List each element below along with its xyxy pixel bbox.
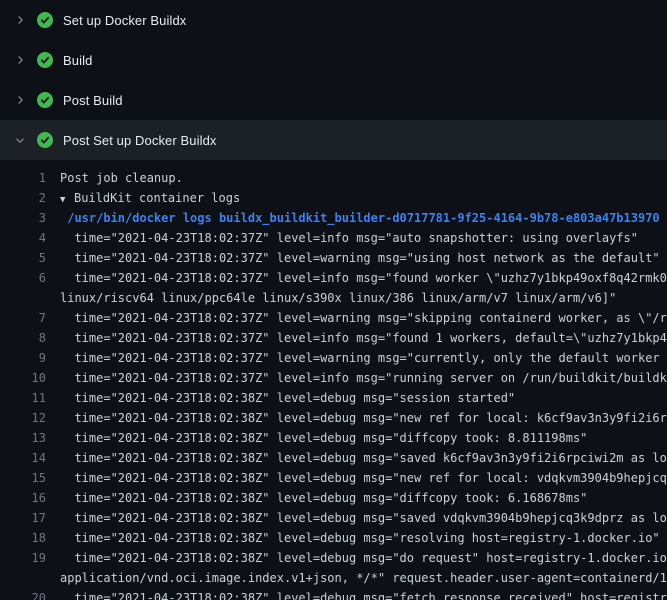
check-circle-icon: [37, 52, 53, 68]
step-row[interactable]: Build: [0, 40, 667, 80]
step-row[interactable]: Set up Docker Buildx: [0, 0, 667, 40]
log-line-text: time="2021-04-23T18:02:37Z" level=info m…: [46, 368, 667, 388]
line-number[interactable]: 3: [0, 208, 46, 228]
step-title: Post Build: [63, 93, 123, 108]
step-title: Post Set up Docker Buildx: [63, 133, 217, 148]
log-group-label: BuildKit container logs: [74, 191, 240, 205]
check-circle-icon: [37, 12, 53, 28]
log-row: 17 time="2021-04-23T18:02:38Z" level=deb…: [0, 508, 667, 528]
line-number[interactable]: 17: [0, 508, 46, 528]
workflow-log-panel: Set up Docker Buildx Build P: [0, 0, 667, 600]
chevron-down-icon[interactable]: [12, 132, 28, 148]
step-row[interactable]: Post Set up Docker Buildx: [0, 120, 667, 160]
line-number[interactable]: 14: [0, 448, 46, 468]
log-line-text: time="2021-04-23T18:02:38Z" level=debug …: [46, 548, 667, 568]
log-line-text: time="2021-04-23T18:02:38Z" level=debug …: [46, 488, 587, 508]
line-number[interactable]: 4: [0, 228, 46, 248]
log-row: 10 time="2021-04-23T18:02:37Z" level=inf…: [0, 368, 667, 388]
log-row: 18 time="2021-04-23T18:02:38Z" level=deb…: [0, 528, 667, 548]
chevron-right-icon[interactable]: [12, 12, 28, 28]
log-line-text: application/vnd.oci.image.index.v1+json,…: [46, 568, 667, 588]
log-row: 11 time="2021-04-23T18:02:38Z" level=deb…: [0, 388, 667, 408]
check-circle-icon: [37, 132, 53, 148]
log-line-text: time="2021-04-23T18:02:37Z" level=info m…: [46, 328, 667, 348]
log-row: 9 time="2021-04-23T18:02:37Z" level=warn…: [0, 348, 667, 368]
step-row[interactable]: Post Build: [0, 80, 667, 120]
log-line-text: time="2021-04-23T18:02:38Z" level=debug …: [46, 528, 660, 548]
log-line-text: time="2021-04-23T18:02:37Z" level=warnin…: [46, 348, 667, 368]
triangle-down-icon[interactable]: ▼: [60, 190, 74, 208]
log-line-text: time="2021-04-23T18:02:38Z" level=debug …: [46, 388, 515, 408]
log-row: application/vnd.oci.image.index.v1+json,…: [0, 568, 667, 588]
log-line-text: time="2021-04-23T18:02:38Z" level=debug …: [46, 468, 667, 488]
log-row: 5 time="2021-04-23T18:02:37Z" level=warn…: [0, 248, 667, 268]
log-row: 7 time="2021-04-23T18:02:37Z" level=warn…: [0, 308, 667, 328]
log-line-text: time="2021-04-23T18:02:37Z" level=info m…: [46, 268, 667, 288]
log-row: 19 time="2021-04-23T18:02:38Z" level=deb…: [0, 548, 667, 568]
log-line-text: time="2021-04-23T18:02:38Z" level=debug …: [46, 508, 667, 528]
check-circle-icon: [37, 92, 53, 108]
line-number[interactable]: 2: [0, 188, 46, 208]
line-number[interactable]: 8: [0, 328, 46, 348]
log-line-text: time="2021-04-23T18:02:38Z" level=debug …: [46, 408, 667, 428]
line-number[interactable]: 13: [0, 428, 46, 448]
line-number[interactable]: 16: [0, 488, 46, 508]
line-number[interactable]: 12: [0, 408, 46, 428]
chevron-right-icon[interactable]: [12, 92, 28, 108]
step-title: Set up Docker Buildx: [63, 13, 186, 28]
log-row: 13 time="2021-04-23T18:02:38Z" level=deb…: [0, 428, 667, 448]
chevron-right-icon[interactable]: [12, 52, 28, 68]
log-line-text: ▼BuildKit container logs: [46, 188, 240, 208]
log-row: 2 ▼BuildKit container logs: [0, 188, 667, 208]
line-number[interactable]: 19: [0, 548, 46, 568]
log-row: 1 Post job cleanup.: [0, 168, 667, 188]
log-lines: 1 Post job cleanup. 2 ▼BuildKit containe…: [0, 160, 667, 600]
line-number[interactable]: 15: [0, 468, 46, 488]
log-row: 20 time="2021-04-23T18:02:38Z" level=deb…: [0, 588, 667, 600]
line-number[interactable]: 20: [0, 588, 46, 600]
log-row: 8 time="2021-04-23T18:02:37Z" level=info…: [0, 328, 667, 348]
line-number[interactable]: 9: [0, 348, 46, 368]
log-line-text: time="2021-04-23T18:02:38Z" level=debug …: [46, 428, 587, 448]
log-line-text: /usr/bin/docker logs buildx_buildkit_bui…: [46, 208, 660, 228]
log-row: 3 /usr/bin/docker logs buildx_buildkit_b…: [0, 208, 667, 228]
step-title: Build: [63, 53, 92, 68]
steps-list: Set up Docker Buildx Build P: [0, 0, 667, 160]
log-line-text: Post job cleanup.: [46, 168, 183, 188]
log-row: 14 time="2021-04-23T18:02:38Z" level=deb…: [0, 448, 667, 468]
log-row: 16 time="2021-04-23T18:02:38Z" level=deb…: [0, 488, 667, 508]
line-number[interactable]: [0, 288, 46, 308]
log-line-text: time="2021-04-23T18:02:38Z" level=debug …: [46, 588, 667, 600]
log-row: 4 time="2021-04-23T18:02:37Z" level=info…: [0, 228, 667, 248]
log-line-text: time="2021-04-23T18:02:38Z" level=debug …: [46, 448, 667, 468]
log-row: linux/riscv64 linux/ppc64le linux/s390x …: [0, 288, 667, 308]
log-line-text: time="2021-04-23T18:02:37Z" level=warnin…: [46, 248, 660, 268]
line-number[interactable]: [0, 568, 46, 588]
line-number[interactable]: 6: [0, 268, 46, 288]
log-line-text: time="2021-04-23T18:02:37Z" level=info m…: [46, 228, 638, 248]
line-number[interactable]: 5: [0, 248, 46, 268]
log-line-text: linux/riscv64 linux/ppc64le linux/s390x …: [46, 288, 616, 308]
line-number[interactable]: 7: [0, 308, 46, 328]
log-row: 12 time="2021-04-23T18:02:38Z" level=deb…: [0, 408, 667, 428]
line-number[interactable]: 11: [0, 388, 46, 408]
log-row: 6 time="2021-04-23T18:02:37Z" level=info…: [0, 268, 667, 288]
log-row: 15 time="2021-04-23T18:02:38Z" level=deb…: [0, 468, 667, 488]
line-number[interactable]: 1: [0, 168, 46, 188]
log-line-text: time="2021-04-23T18:02:37Z" level=warnin…: [46, 308, 667, 328]
line-number[interactable]: 10: [0, 368, 46, 388]
line-number[interactable]: 18: [0, 528, 46, 548]
